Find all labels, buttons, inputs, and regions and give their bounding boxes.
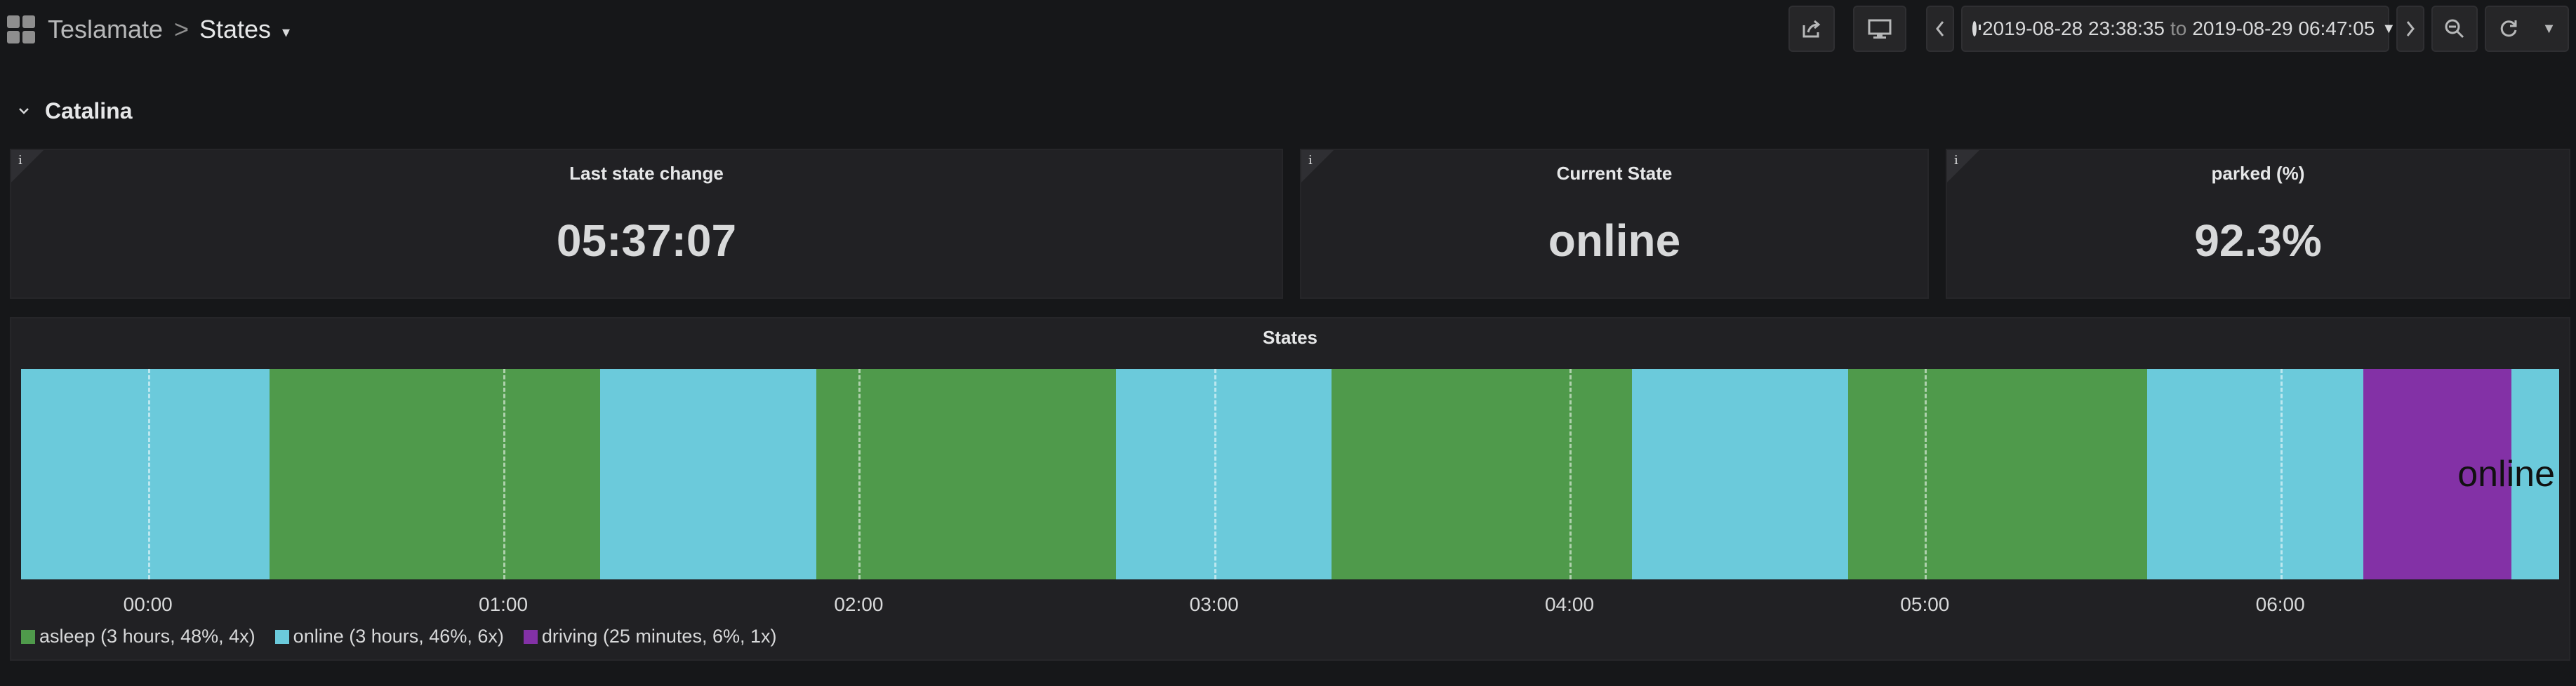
x-tick-label: 05:00: [1900, 593, 1950, 615]
legend-label: asleep (3 hours, 48%, 4x): [39, 626, 255, 647]
last-state-change-panel: i Last state change 05:37:07: [10, 149, 1283, 299]
legend-item-driving[interactable]: driving (25 minutes, 6%, 1x): [523, 626, 777, 647]
state-segment-asleep[interactable]: [269, 369, 600, 579]
state-segment-asleep[interactable]: [816, 369, 1117, 579]
current-state-panel: i Current State online: [1300, 149, 1929, 299]
time-back-button[interactable]: [1926, 6, 1954, 52]
chevron-right-icon: [2406, 21, 2415, 36]
caret-down-icon[interactable]: ▾: [282, 17, 290, 48]
x-tick-label: 02:00: [834, 593, 884, 615]
state-segment-asleep[interactable]: [1332, 369, 1632, 579]
x-tick-label: 04:00: [1544, 593, 1595, 615]
last-state-change-value: 05:37:07: [556, 215, 737, 266]
panel-title[interactable]: Current State: [1301, 163, 1927, 184]
time-range-to-word: to: [2170, 18, 2187, 39]
state-segment-online[interactable]: [2146, 369, 2363, 579]
states-timeline-chart[interactable]: online: [21, 369, 2559, 579]
share-button[interactable]: [1788, 6, 1835, 52]
chevron-down-icon[interactable]: [18, 105, 29, 116]
breadcrumb-parent[interactable]: Teslamate: [48, 14, 163, 45]
zoom-out-icon: [2445, 19, 2464, 39]
time-range-picker[interactable]: 2019-08-28 23:38:35 to 2019-08-29 06:47:…: [1961, 6, 2396, 52]
panel-title[interactable]: States: [11, 327, 2569, 349]
x-tick-label: 00:00: [123, 593, 173, 615]
legend-swatch: [523, 629, 538, 644]
refresh-interval-caret-icon[interactable]: ▼: [2542, 21, 2556, 37]
tv-mode-button[interactable]: [1853, 6, 1906, 52]
time-range-from: 2019-08-28 23:38:35: [1982, 18, 2165, 39]
legend-item-online[interactable]: online (3 hours, 46%, 6x): [274, 626, 504, 647]
time-range-to: 2019-08-29 06:47:05: [2192, 18, 2375, 39]
grid-line: [1569, 369, 1572, 579]
legend-swatch: [274, 629, 289, 644]
refresh-button[interactable]: ▼: [2485, 6, 2569, 52]
refresh-icon: [2500, 20, 2517, 37]
legend-label: online (3 hours, 46%, 6x): [293, 626, 504, 647]
chevron-left-icon: [1936, 21, 1944, 36]
parked-percent-panel: i parked (%) 92.3%: [1946, 149, 2570, 299]
current-state-chart-label: online: [2457, 454, 2555, 495]
grid-line: [1925, 369, 1927, 579]
grid-line: [147, 369, 150, 579]
state-segment-online[interactable]: [21, 369, 270, 579]
state-segment-online[interactable]: [599, 369, 816, 579]
breadcrumb-separator: >: [174, 15, 190, 43]
dashboard-grid-icon[interactable]: [7, 15, 35, 43]
grid-line: [2280, 369, 2283, 579]
row-title-catalina[interactable]: Catalina: [45, 97, 132, 125]
share-icon: [1802, 20, 1821, 38]
time-forward-button[interactable]: [2396, 6, 2424, 52]
state-segment-online[interactable]: [1116, 369, 1332, 579]
current-state-value: online: [1548, 215, 1681, 266]
panel-title[interactable]: Last state change: [11, 163, 1282, 184]
x-tick-label: 01:00: [479, 593, 529, 615]
grid-line: [503, 369, 506, 579]
dashboard-title[interactable]: States: [199, 14, 271, 45]
monitor-icon: [1868, 19, 1892, 39]
clock-icon: [1972, 21, 1981, 36]
state-segment-asleep[interactable]: [1847, 369, 2147, 579]
legend-swatch: [21, 629, 35, 644]
parked-percent-value: 92.3%: [2194, 215, 2322, 266]
x-tick-label: 06:00: [2255, 593, 2305, 615]
x-tick-label: 03:00: [1189, 593, 1239, 615]
legend-item-asleep[interactable]: asleep (3 hours, 48%, 4x): [21, 626, 255, 647]
state-segment-online[interactable]: [1631, 369, 1848, 579]
legend-label: driving (25 minutes, 6%, 1x): [541, 626, 777, 647]
top-navbar: Teslamate > States ▾ 2019-08-28 23:38:35…: [0, 0, 2576, 60]
zoom-out-button[interactable]: [2431, 6, 2478, 52]
panel-title[interactable]: parked (%): [1947, 163, 2569, 184]
caret-down-icon: ▼: [2382, 20, 2396, 36]
grid-line: [1214, 369, 1216, 579]
grid-line: [858, 369, 861, 579]
chart-legend: asleep (3 hours, 48%, 4x) online (3 hours…: [21, 626, 796, 647]
